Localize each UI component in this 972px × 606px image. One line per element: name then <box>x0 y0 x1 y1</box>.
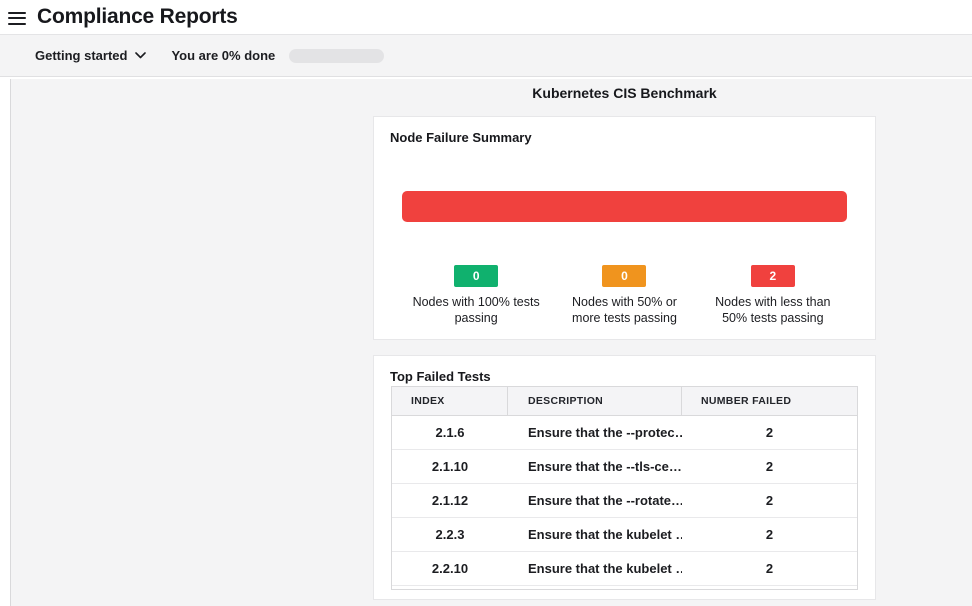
node-failure-summary-title: Node Failure Summary <box>390 130 532 145</box>
getting-started-bar: Getting started You are 0% done <box>0 34 972 77</box>
cell-description: Ensure that the kubelet … <box>508 527 682 542</box>
cell-number-failed: 2 <box>682 425 857 440</box>
stat-badge-passing-less-50: 2 <box>751 265 795 287</box>
column-header-number-failed: NUMBER FAILED <box>682 387 857 415</box>
cell-index: 2.2.10 <box>392 561 508 576</box>
stat-passing-less-50: 2 Nodes with less than 50% tests passing <box>699 265 847 326</box>
getting-started-label: Getting started <box>35 48 127 63</box>
report-title: Kubernetes CIS Benchmark <box>373 85 876 101</box>
node-failure-chart-bar <box>402 191 847 222</box>
top-failed-tests-title: Top Failed Tests <box>390 369 491 384</box>
stat-badge-passing-50-or-more: 0 <box>602 265 646 287</box>
getting-started-dropdown[interactable]: Getting started <box>35 48 146 63</box>
cell-index: 2.1.10 <box>392 459 508 474</box>
stat-passing-50-or-more: 0 Nodes with 50% or more tests passing <box>550 265 698 326</box>
table-row: 2.2.3 Ensure that the kubelet … 2 <box>392 518 857 552</box>
cell-index: 2.1.12 <box>392 493 508 508</box>
top-failed-tests-table: INDEX DESCRIPTION NUMBER FAILED 2.1.6 En… <box>391 386 858 590</box>
table-row: 2.1.12 Ensure that the --rotate… 2 <box>392 484 857 518</box>
progress-text: You are 0% done <box>171 48 275 63</box>
menu-icon[interactable] <box>8 12 26 25</box>
table-row: 2.2.10 Ensure that the kubelet … 2 <box>392 552 857 586</box>
cell-description: Ensure that the --rotate… <box>508 493 682 508</box>
stat-label-passing-less-50: Nodes with less than 50% tests passing <box>699 295 847 326</box>
chevron-down-icon <box>135 52 146 59</box>
table-row: 2.1.6 Ensure that the --protec… 2 <box>392 416 857 450</box>
node-failure-stats: 0 Nodes with 100% tests passing 0 Nodes … <box>402 265 847 326</box>
stat-label-passing-50-or-more: Nodes with 50% or more tests passing <box>550 295 698 326</box>
node-failure-summary-card: Node Failure Summary 0 Nodes with 100% t… <box>373 116 876 340</box>
cell-description: Ensure that the kubelet … <box>508 561 682 576</box>
cell-number-failed: 2 <box>682 561 857 576</box>
top-failed-tests-card: Top Failed Tests INDEX DESCRIPTION NUMBE… <box>373 355 876 600</box>
cell-description: Ensure that the --protec… <box>508 425 682 440</box>
page-title: Compliance Reports <box>37 5 238 29</box>
stat-passing-100: 0 Nodes with 100% tests passing <box>402 265 550 326</box>
cell-number-failed: 2 <box>682 459 857 474</box>
cell-number-failed: 2 <box>682 527 857 542</box>
content-area: Kubernetes CIS Benchmark Node Failure Su… <box>10 79 972 606</box>
cell-index: 2.2.3 <box>392 527 508 542</box>
progress-bar <box>289 49 384 63</box>
column-header-description: DESCRIPTION <box>508 387 682 415</box>
report-column: Kubernetes CIS Benchmark Node Failure Su… <box>373 79 876 600</box>
stat-label-passing-100: Nodes with 100% tests passing <box>402 295 550 326</box>
table-row: 2.1.10 Ensure that the --tls-ce… 2 <box>392 450 857 484</box>
column-header-index: INDEX <box>392 387 508 415</box>
cell-index: 2.1.6 <box>392 425 508 440</box>
table-header-row: INDEX DESCRIPTION NUMBER FAILED <box>392 387 857 416</box>
cell-description: Ensure that the --tls-ce… <box>508 459 682 474</box>
stat-badge-passing-100: 0 <box>454 265 498 287</box>
cell-number-failed: 2 <box>682 493 857 508</box>
top-header: Compliance Reports <box>0 0 972 34</box>
